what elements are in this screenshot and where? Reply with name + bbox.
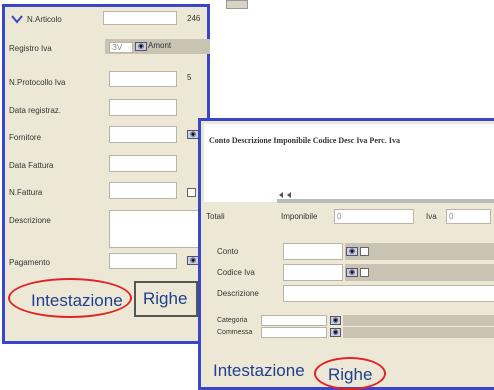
lines-grid[interactable]: Conto Descrizione Imponibile Codice Desc…: [204, 124, 494, 202]
conto-label: Conto: [217, 247, 239, 256]
binoculars-icon[interactable]: ◉: [330, 328, 341, 337]
imponibile-field[interactable]: 0: [334, 209, 414, 224]
tab-intestazione[interactable]: Intestazione: [213, 361, 305, 381]
invoice-header-form: N.Articolo 246 Registro Iva ЗV ◉ Amont N…: [2, 4, 210, 344]
registro-iva-field[interactable]: ЗV: [109, 42, 133, 53]
categoria-row: [343, 315, 494, 326]
descrizione-field[interactable]: [283, 285, 494, 302]
n-fattura-field[interactable]: [109, 182, 177, 199]
grid-nav-icon[interactable]: [277, 191, 299, 199]
commessa-field[interactable]: [261, 327, 327, 338]
binoculars-icon[interactable]: ◉: [135, 42, 147, 51]
binoculars-icon[interactable]: ◉: [346, 247, 358, 256]
descrizione-label: Descrizione: [9, 216, 51, 225]
checkbox[interactable]: [360, 247, 369, 256]
categoria-label: Categoria: [217, 317, 248, 324]
descrizione-field[interactable]: [109, 210, 204, 248]
registro-iva-name: Amont: [148, 41, 172, 50]
iva-label: Iva: [426, 212, 437, 221]
iva-field[interactable]: 0: [446, 209, 491, 224]
protocollo-iva-field[interactable]: [109, 71, 177, 87]
checkbox[interactable]: [187, 188, 196, 197]
highlight-oval: [8, 278, 132, 318]
imponibile-label: Imponibile: [281, 212, 318, 221]
commessa-label: Commessa: [217, 329, 253, 336]
grid-scrollbar[interactable]: [277, 199, 494, 203]
n-articolo-field[interactable]: [103, 11, 177, 25]
protocollo-iva-label: N.Protocollo Iva: [9, 78, 66, 87]
descrizione-label: Descrizione: [217, 289, 259, 298]
pagamento-label: Pagamento: [9, 258, 50, 267]
protocollo-iva-value: 5: [187, 73, 192, 82]
data-fattura-field[interactable]: [109, 155, 177, 172]
tab-righe[interactable]: Righe: [143, 289, 187, 309]
n-articolo-label: N.Articolo: [27, 15, 62, 24]
data-fattura-label: Data Fattura: [9, 161, 54, 170]
n-articolo-count: 246: [187, 14, 201, 23]
categoria-field[interactable]: [261, 315, 327, 326]
pagamento-field[interactable]: [109, 253, 177, 269]
binoculars-icon[interactable]: ◉: [346, 268, 358, 277]
codice-iva-label: Codice Iva: [217, 268, 255, 277]
highlight-oval: [314, 357, 386, 390]
top-tab-fragment: [226, 0, 248, 9]
checkbox[interactable]: [360, 268, 369, 277]
totali-label: Totali: [206, 212, 225, 221]
registro-iva-label: Registro Iva: [9, 44, 52, 53]
n-fattura-label: N.Fattura: [9, 188, 43, 197]
data-registrazione-label: Data registraz.: [9, 106, 62, 115]
data-registrazione-field[interactable]: [109, 99, 177, 116]
codice-iva-field[interactable]: [283, 264, 343, 281]
binoculars-icon[interactable]: ◉: [330, 316, 341, 325]
fornitore-label: Fornitore: [9, 133, 42, 142]
grid-column-headers: Conto Descrizione Imponibile Codice Desc…: [209, 136, 400, 145]
invoice-lines-form: Conto Descrizione Imponibile Codice Desc…: [198, 118, 494, 390]
record-nav-icon[interactable]: [11, 14, 23, 24]
conto-field[interactable]: [283, 243, 343, 260]
commessa-row: [343, 327, 494, 338]
fornitore-field[interactable]: [109, 126, 177, 143]
